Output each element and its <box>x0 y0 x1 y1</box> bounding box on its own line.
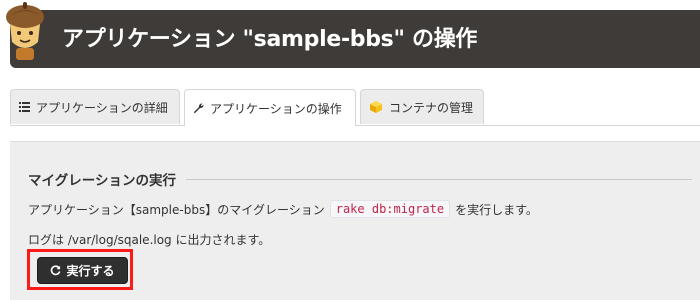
description-text-end: を実行します。 <box>455 202 538 217</box>
migration-description: アプリケーション【sample-bbs】のマイグレーション rake db:mi… <box>28 200 538 218</box>
tab-label: アプリケーションの操作 <box>210 101 342 116</box>
list-icon <box>19 102 30 112</box>
migration-panel: マイグレーションの実行 アプリケーション【sample-bbs】のマイグレーショ… <box>10 141 700 300</box>
description-text: アプリケーション【sample-bbs】のマイグレーション <box>28 202 325 217</box>
command-code: rake db:migrate <box>329 200 451 218</box>
page-title: アプリケーション "sample-bbs" の操作 <box>62 27 478 52</box>
wrench-icon <box>193 102 204 113</box>
tab-bar: アプリケーションの詳細 アプリケーションの操作 コンテナの管理 <box>10 89 700 126</box>
log-location-text: ログは /var/log/sqale.log に出力されます。 <box>28 233 271 247</box>
tab-container-management[interactable]: コンテナの管理 <box>360 89 484 124</box>
acorn-mascot-icon <box>6 2 44 60</box>
tab-app-operations[interactable]: アプリケーションの操作 <box>184 89 356 126</box>
run-button-label: 実行する <box>66 264 115 278</box>
refresh-icon <box>51 265 61 276</box>
run-migration-button[interactable]: 実行する <box>37 257 128 284</box>
page-header: アプリケーション "sample-bbs" の操作 <box>10 10 700 68</box>
tab-label: アプリケーションの詳細 <box>36 100 168 115</box>
tab-label: コンテナの管理 <box>389 100 474 115</box>
tab-app-details[interactable]: アプリケーションの詳細 <box>10 89 180 124</box>
cube-icon <box>370 101 382 113</box>
section-title: マイグレーションの実行 <box>28 169 186 189</box>
